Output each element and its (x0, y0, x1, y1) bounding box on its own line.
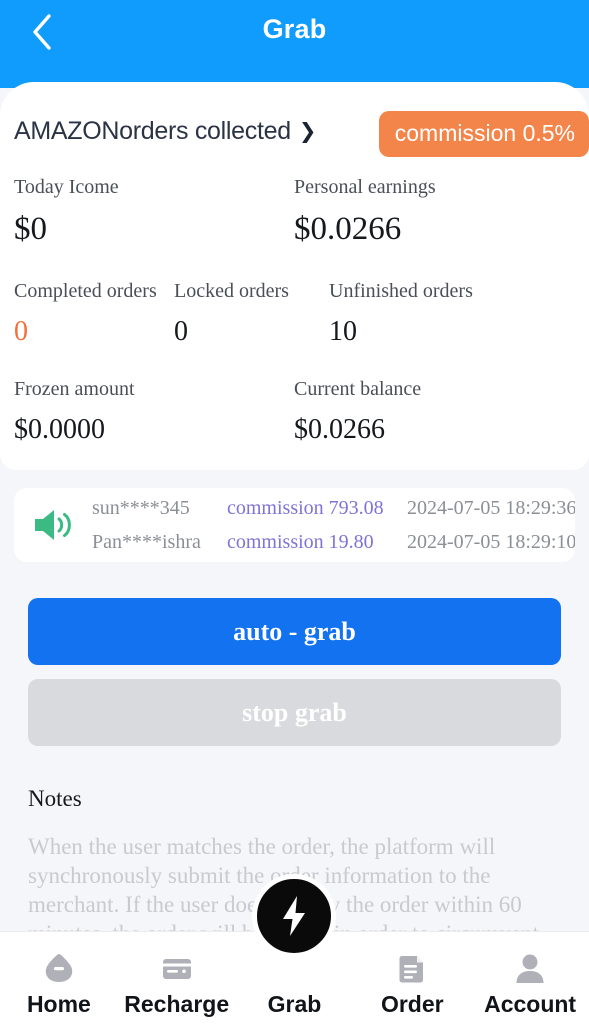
stat-current-balance: Current balance $0.0266 (294, 378, 574, 446)
stats-row-income: Today Icome $0 Personal earnings $0.0266 (0, 176, 589, 248)
auto-grab-button[interactable]: auto - grab (28, 598, 561, 665)
stat-label: Completed orders (14, 280, 157, 302)
lightning-bolt-icon[interactable] (252, 874, 337, 958)
stat-value: 0 (174, 316, 188, 347)
stat-label: Frozen amount (14, 378, 135, 400)
stat-personal-earnings: Personal earnings $0.0266 (294, 176, 574, 248)
credit-card-icon (158, 948, 196, 990)
notice-commission: commission 793.08 (227, 496, 384, 519)
list-item: sun****345 commission 793.08 2024-07-05 … (92, 491, 575, 525)
stat-completed-orders: Completed orders 0 (14, 280, 174, 348)
document-icon (393, 948, 431, 990)
notice-time: 2024-07-05 18:29:10 (407, 530, 575, 553)
stop-grab-button: stop grab (28, 679, 561, 746)
stats-row-balance: Frozen amount $0.0000 Current balance $0… (0, 378, 589, 446)
commission-badge: commission 0.5% (378, 111, 589, 157)
shop-name-label: AMAZONorders collected (14, 116, 291, 145)
stat-value: $0.0266 (294, 414, 385, 445)
tab-label: Home (26, 990, 91, 1017)
stat-label: Personal earnings (294, 176, 436, 198)
tab-label: Order (380, 990, 444, 1017)
bottom-navigation: Home Recharge Grab Order Account (0, 874, 589, 1024)
card-header: AMAZONorders collected ❯ commission 0.5% (0, 108, 589, 157)
stats-card: AMAZONorders collected ❯ commission 0.5%… (0, 82, 589, 470)
notice-user: Pan****ishra (92, 530, 201, 553)
notice-user: sun****345 (92, 496, 190, 519)
tab-home[interactable]: Home (0, 932, 118, 1024)
stat-label: Current balance (294, 378, 422, 400)
stats-row-orders: Completed orders 0 Locked orders 0 Unfin… (0, 280, 589, 348)
stat-label: Unfinished orders (329, 280, 473, 302)
home-icon (40, 948, 78, 990)
stat-value: $0 (14, 211, 47, 247)
page-title: Grab (262, 14, 327, 44)
notice-banner[interactable]: sun****345 commission 793.08 2024-07-05 … (14, 488, 575, 562)
shop-selector[interactable]: AMAZONorders collected ❯ (14, 117, 316, 146)
notice-time: 2024-07-05 18:29:36 (407, 496, 575, 519)
stat-value: $0.0000 (14, 414, 105, 445)
speaker-icon (14, 507, 92, 543)
tab-grab[interactable]: Grab (236, 874, 354, 1024)
stat-value: $0.0266 (294, 211, 402, 247)
stat-frozen-amount: Frozen amount $0.0000 (14, 378, 294, 446)
stat-label: Today Icome (14, 176, 119, 198)
notes-title: Notes (28, 786, 82, 811)
person-icon (511, 948, 549, 990)
tab-label: Grab (267, 990, 322, 1017)
app-header: Grab (0, 0, 589, 88)
stat-unfinished-orders: Unfinished orders 10 (329, 280, 509, 348)
tab-recharge[interactable]: Recharge (118, 932, 236, 1024)
grab-page: Grab AMAZONorders collected ❯ commission… (0, 0, 589, 1024)
tab-order[interactable]: Order (353, 932, 471, 1024)
notice-rows: sun****345 commission 793.08 2024-07-05 … (92, 491, 575, 559)
tab-label: Recharge (124, 990, 230, 1017)
stat-today-income: Today Icome $0 (14, 176, 294, 248)
chevron-right-icon: ❯ (298, 118, 317, 143)
notice-commission: commission 19.80 (227, 530, 374, 553)
stat-locked-orders: Locked orders 0 (174, 280, 329, 348)
list-item: Pan****ishra commission 19.80 2024-07-05… (92, 525, 575, 559)
tab-label: Account (484, 990, 577, 1017)
stat-value: 0 (14, 316, 28, 347)
stat-value: 10 (329, 316, 357, 347)
stat-label: Locked orders (174, 280, 289, 302)
tab-account[interactable]: Account (471, 932, 589, 1024)
